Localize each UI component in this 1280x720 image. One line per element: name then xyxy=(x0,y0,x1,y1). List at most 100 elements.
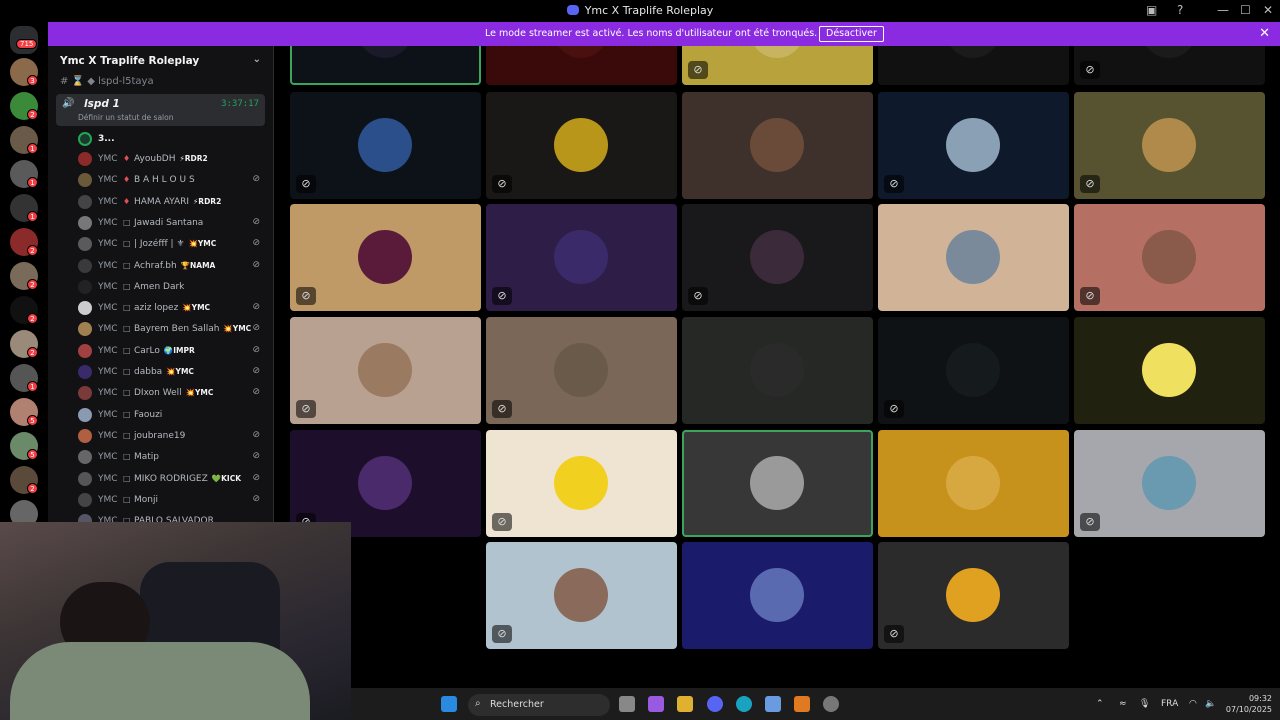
member-name: Faouzi xyxy=(134,409,163,420)
network-icon[interactable]: ≈ xyxy=(1119,699,1127,709)
participant-avatar xyxy=(946,343,1000,397)
voice-member[interactable]: YMC ♦ HAMA AYARI ⚡RDR2 xyxy=(78,193,264,213)
participant-tile[interactable] xyxy=(486,46,677,85)
server-header[interactable]: Ymc X Traplife Roleplay ⌄ xyxy=(48,46,273,76)
participant-tile[interactable]: ⊘ xyxy=(290,92,481,199)
store-icon[interactable] xyxy=(765,696,781,712)
maximize-button[interactable]: ☐ xyxy=(1240,3,1251,17)
participant-tile[interactable] xyxy=(290,46,481,85)
member-tag: ⚡RDR2 xyxy=(193,196,222,206)
voice-member[interactable]: YMC □ Monji ⊘ xyxy=(78,491,264,511)
participant-avatar xyxy=(750,118,804,172)
participant-tile[interactable]: ⊘ xyxy=(486,430,677,537)
participant-tile[interactable]: ⊘ xyxy=(290,430,481,537)
participant-avatar xyxy=(554,343,608,397)
participant-tile[interactable]: ⊘ xyxy=(290,317,481,424)
participant-tile[interactable] xyxy=(682,430,873,537)
participant-tile[interactable]: ⊘ xyxy=(486,317,677,424)
participant-tile[interactable]: ⊘ xyxy=(878,92,1069,199)
voice-channel-lspd[interactable]: 🔊 lspd 1 3:37:17 Définir un statut de sa… xyxy=(56,94,265,126)
participant-tile[interactable] xyxy=(878,430,1069,537)
participant-tile[interactable]: ⊘ xyxy=(1074,92,1265,199)
channel-status[interactable]: Définir un statut de salon xyxy=(78,113,173,122)
inbox-icon[interactable]: ▣ xyxy=(1146,3,1157,17)
wifi-icon[interactable]: ◠ xyxy=(1189,699,1197,709)
steam-icon[interactable] xyxy=(823,696,839,712)
volume-icon[interactable]: 🔈 xyxy=(1205,699,1216,709)
voice-member[interactable]: YMC □ Bayrem Ben Sallah 💥YMC ⊘ xyxy=(78,320,264,340)
member-name: Amen Dark xyxy=(134,281,185,292)
mic-muted-icon: ⊘ xyxy=(252,216,260,227)
mic-muted-icon: ⊘ xyxy=(252,174,260,185)
edge-icon[interactable] xyxy=(736,696,752,712)
chevron-down-icon[interactable]: ⌄ xyxy=(253,54,261,65)
microphone-icon[interactable]: 🎙 xyxy=(1139,699,1150,709)
taskbar-search[interactable]: ⌕ Rechercher xyxy=(468,694,610,716)
participant-tile[interactable]: ⊘ xyxy=(1074,46,1265,85)
participant-tile[interactable]: ⊘ xyxy=(1074,430,1265,537)
voice-member[interactable]: YMC □ Faouzi xyxy=(78,406,264,426)
voice-member[interactable]: YMC □ MIKO RODRIGEZ 💚KICK ⊘ xyxy=(78,470,264,490)
minimize-button[interactable]: — xyxy=(1217,3,1229,17)
participant-tile[interactable] xyxy=(878,204,1069,311)
voice-member[interactable]: YMC □ DIxon Well 💥YMC ⊘ xyxy=(78,384,264,404)
participant-tile[interactable] xyxy=(682,317,873,424)
close-window-button[interactable]: ✕ xyxy=(1263,3,1273,17)
participant-avatar xyxy=(750,230,804,284)
voice-member[interactable]: YMC □ | Jozéfff | ⚜ 💥YMC ⊘ xyxy=(78,235,264,255)
participant-avatar xyxy=(946,456,1000,510)
participant-tile[interactable]: ⊘ xyxy=(682,204,873,311)
participant-tile[interactable] xyxy=(878,46,1069,85)
voice-channel-name: lspd 1 xyxy=(84,98,120,110)
participant-tile[interactable]: ⊘ xyxy=(878,542,1069,649)
member-symbol: □ xyxy=(123,473,131,483)
app-icon[interactable] xyxy=(794,696,810,712)
close-banner-icon[interactable]: ✕ xyxy=(1259,26,1270,41)
participant-tile[interactable]: ⊘ xyxy=(682,46,873,85)
member-prefix: YMC xyxy=(98,239,118,250)
participant-tile[interactable] xyxy=(682,92,873,199)
member-prefix: YMC xyxy=(98,388,118,399)
voice-member[interactable]: YMC □ joubrane19 ⊘ xyxy=(78,427,264,447)
clock[interactable]: 09:32 07/10/2025 xyxy=(1220,693,1272,715)
server-badge: 1 xyxy=(27,211,38,222)
voice-member[interactable]: YMC □ Achraf.bh 🏆NAMA ⊘ xyxy=(78,257,264,277)
participant-tile[interactable]: ⊘ xyxy=(486,92,677,199)
member-tag: 💚KICK xyxy=(211,473,242,483)
language-indicator[interactable]: FRA xyxy=(1161,699,1178,709)
disable-streamer-button[interactable]: Désactiver xyxy=(819,26,884,42)
help-icon[interactable]: ? xyxy=(1177,3,1183,17)
participant-tile[interactable]: ⊘ xyxy=(486,204,677,311)
participant-tile[interactable]: ⊘ xyxy=(290,204,481,311)
discord-icon[interactable] xyxy=(707,696,723,712)
participant-tile[interactable] xyxy=(1074,317,1265,424)
copilot-icon[interactable] xyxy=(648,696,664,712)
participant-tile[interactable]: ⊘ xyxy=(878,317,1069,424)
participant-tile[interactable] xyxy=(682,542,873,649)
voice-member[interactable]: YMC ♦ AyoubDH ⚡RDR2 xyxy=(78,150,264,170)
member-tag: 💥YMC xyxy=(185,388,214,398)
voice-member[interactable]: YMC □ aziz lopez 💥YMC ⊘ xyxy=(78,299,264,319)
participant-tile[interactable]: ⊘ xyxy=(1074,204,1265,311)
voice-member[interactable]: YMC □ dabba 💥YMC ⊘ xyxy=(78,363,264,383)
task-view-icon[interactable] xyxy=(619,696,635,712)
start-icon[interactable] xyxy=(441,696,457,712)
member-symbol: □ xyxy=(123,217,131,227)
participant-tile[interactable]: ⊘ xyxy=(486,542,677,649)
mic-muted-icon: ⊘ xyxy=(296,400,316,418)
voice-member[interactable]: 3... xyxy=(78,130,264,150)
channel-item[interactable]: # ⌛ ◆ lspd-l5taya xyxy=(48,76,273,90)
chevron-up-icon[interactable]: ⌃ xyxy=(1096,699,1104,709)
voice-member[interactable]: YMC □ Amen Dark xyxy=(78,278,264,298)
file-explorer-icon[interactable] xyxy=(677,696,693,712)
member-tag: 🏆NAMA xyxy=(180,260,216,270)
avatar xyxy=(78,492,92,507)
avatar xyxy=(78,194,92,209)
participant-avatar xyxy=(358,456,412,510)
voice-member[interactable]: YMC ♦ B A H L O U S ⊘ xyxy=(78,171,264,191)
voice-member[interactable]: YMC □ Jawadi Santana ⊘ xyxy=(78,214,264,234)
voice-member[interactable]: YMC □ CarLo 🌍IMPR ⊘ xyxy=(78,342,264,362)
voice-member[interactable]: YMC □ Matip ⊘ xyxy=(78,448,264,468)
person-shirt xyxy=(10,642,310,720)
member-tag: 💥YMC xyxy=(188,239,217,249)
